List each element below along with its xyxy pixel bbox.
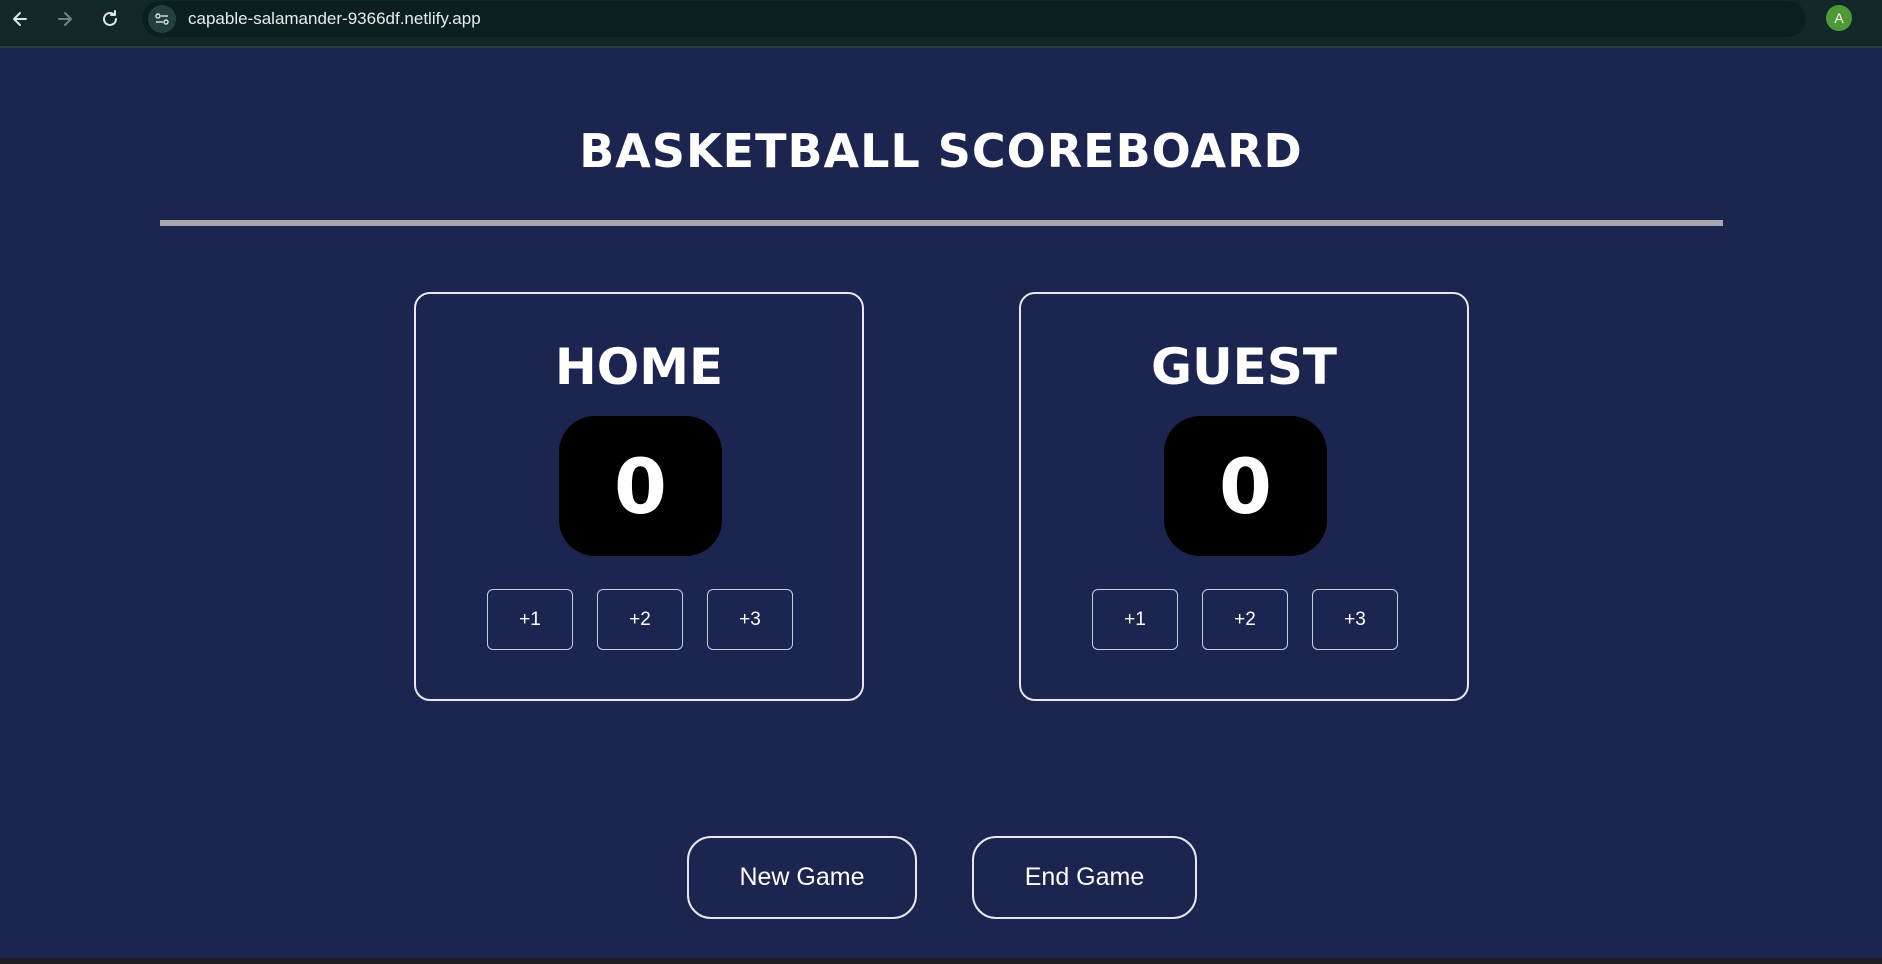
- home-team-name: HOME: [554, 338, 724, 396]
- home-add-1-button[interactable]: +1: [487, 589, 573, 650]
- home-score: 0: [559, 416, 722, 556]
- end-game-button[interactable]: End Game: [972, 836, 1197, 919]
- address-bar[interactable]: capable-salamander-9366df.netlify.app: [142, 1, 1806, 37]
- site-settings-icon[interactable]: [148, 5, 176, 33]
- title-divider: [160, 220, 1723, 226]
- home-add-2-button[interactable]: +2: [597, 589, 683, 650]
- page-title: BASKETBALL SCOREBOARD: [579, 124, 1303, 178]
- guest-team-card: GUEST 0 +1 +2 +3: [1019, 292, 1469, 701]
- home-team-card: HOME 0 +1 +2 +3: [414, 292, 864, 701]
- new-game-button[interactable]: New Game: [687, 836, 917, 919]
- guest-add-2-button[interactable]: +2: [1202, 589, 1288, 650]
- browser-toolbar: capable-salamander-9366df.netlify.app A: [0, 0, 1882, 48]
- guest-team-name: GUEST: [1151, 338, 1337, 396]
- profile-avatar[interactable]: A: [1826, 5, 1852, 31]
- guest-score: 0: [1164, 416, 1327, 556]
- url-text[interactable]: capable-salamander-9366df.netlify.app: [188, 9, 481, 29]
- guest-add-3-button[interactable]: +3: [1312, 589, 1398, 650]
- home-add-3-button[interactable]: +3: [707, 589, 793, 650]
- bottom-edge: [0, 958, 1882, 964]
- forward-icon[interactable]: [52, 6, 78, 32]
- guest-add-1-button[interactable]: +1: [1092, 589, 1178, 650]
- reload-icon[interactable]: [97, 6, 123, 32]
- back-icon[interactable]: [7, 6, 33, 32]
